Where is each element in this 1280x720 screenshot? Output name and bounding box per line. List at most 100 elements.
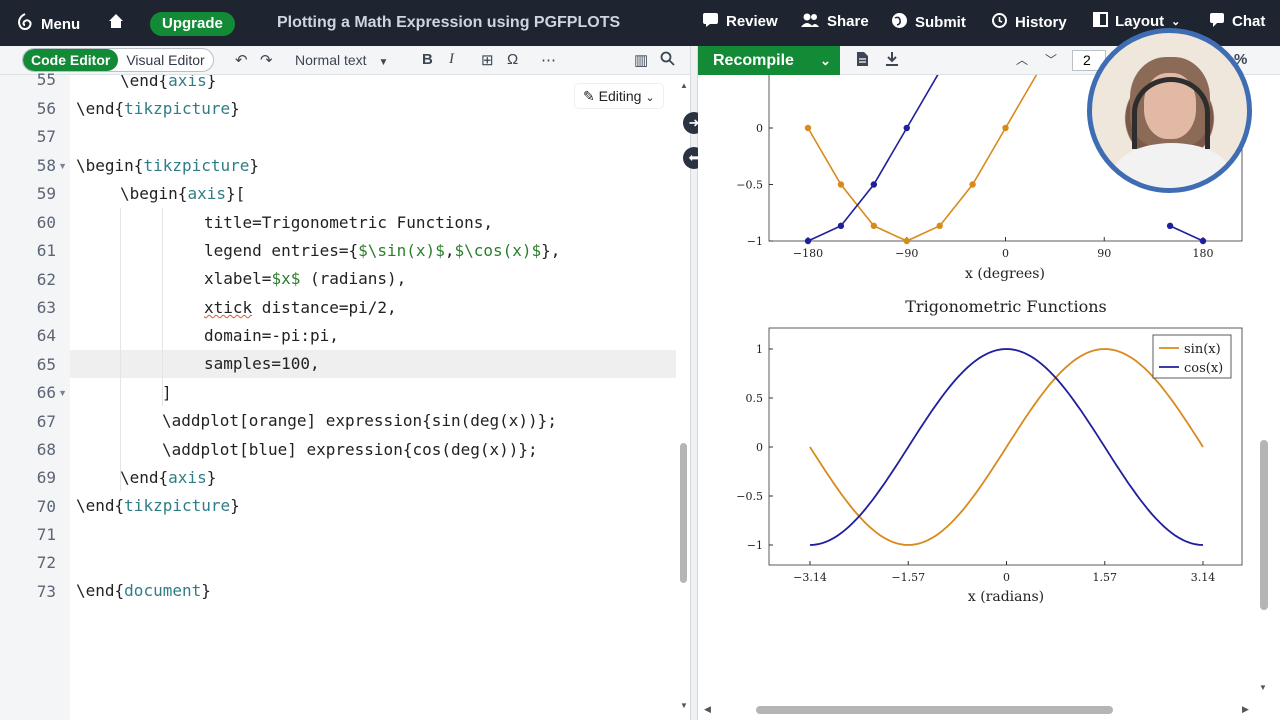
x-tick-label: −3.14	[793, 571, 827, 584]
line-number: 68	[36, 440, 56, 459]
layout-icon	[1093, 12, 1108, 31]
code-line: ]	[162, 383, 172, 402]
y-tick-label: −0.5	[736, 490, 763, 503]
recompile-button[interactable]: Recompile ⌄	[698, 46, 840, 75]
submit-button[interactable]: Submit	[891, 12, 966, 33]
editor-scroll-thumb[interactable]	[680, 443, 687, 583]
x-axis-label: x (degrees)	[965, 266, 1045, 282]
scroll-up-arrow-icon[interactable]: ▲	[680, 81, 688, 90]
share-users-icon	[800, 12, 820, 31]
data-point	[969, 181, 976, 188]
x-tick-label: 3.14	[1191, 571, 1216, 584]
data-point	[1166, 222, 1174, 230]
bibliography-icon[interactable]: ▥	[634, 51, 648, 69]
italic-icon[interactable]: I	[449, 51, 454, 68]
home-button[interactable]	[107, 12, 125, 34]
code-line: title=Trigonometric Functions,	[204, 213, 493, 232]
chevron-down-icon[interactable]: ⌄	[820, 46, 831, 75]
document-log-icon[interactable]	[856, 51, 869, 71]
chat-icon	[1209, 12, 1225, 31]
y-tick-label: 0.5	[746, 392, 764, 405]
undo-icon[interactable]: ↶	[235, 51, 248, 69]
redo-icon[interactable]: ↷	[260, 51, 273, 69]
preview-horizontal-scrollbar[interactable]: ◀ ▶	[698, 700, 1260, 720]
y-tick-label: −1	[747, 539, 763, 552]
data-point	[804, 237, 812, 245]
data-point	[903, 124, 910, 132]
submit-label: Submit	[915, 14, 966, 31]
symbol-omega-icon[interactable]: Ω	[507, 51, 518, 68]
search-icon[interactable]	[660, 51, 675, 70]
editing-mode-dropdown[interactable]: ✎ Editing ⌄	[575, 84, 663, 108]
fold-arrow-icon[interactable]: ▼	[58, 161, 67, 171]
layout-label: Layout	[1115, 13, 1165, 30]
previous-page-icon[interactable]: ︿	[1016, 51, 1028, 68]
overleaf-logo-icon	[16, 12, 34, 36]
history-button[interactable]: History	[991, 12, 1067, 33]
line-number: 55	[36, 70, 56, 89]
data-point	[903, 237, 910, 245]
indent-guide	[162, 208, 163, 406]
bold-icon[interactable]: B	[422, 51, 433, 68]
menu-button[interactable]: Menu	[16, 12, 80, 36]
preview-scroll-thumb[interactable]	[1260, 440, 1268, 610]
line-number: 62	[36, 270, 56, 289]
y-tick-label: 1	[756, 343, 763, 356]
chevron-down-icon: ⌄	[645, 92, 655, 104]
top-navigation-bar: Menu Upgrade Plotting a Math Expression …	[0, 0, 1280, 46]
x-axis-label: x (radians)	[968, 589, 1044, 605]
y-tick-label: 0	[756, 441, 763, 454]
code-line: \addplot[blue] expression{cos(deg(x))};	[162, 440, 538, 459]
line-number-gutter: 55 56 57 58 ▼ 59 60 61 62 63 64 65 66 ▼ …	[0, 70, 70, 720]
line-number: 59	[36, 184, 56, 203]
data-point	[870, 222, 878, 230]
code-line: \end{tikzpicture}	[76, 99, 240, 118]
review-label: Review	[726, 13, 778, 30]
line-number: 58	[36, 156, 56, 175]
menu-label: Menu	[41, 15, 81, 33]
chat-label: Chat	[1232, 13, 1266, 30]
y-tick-label: 0	[756, 122, 763, 135]
x-tick-label: −90	[895, 247, 918, 260]
home-icon	[107, 12, 125, 34]
code-editor-toggle[interactable]: Code Editor	[23, 49, 119, 71]
share-label: Share	[827, 13, 869, 30]
upgrade-button[interactable]: Upgrade	[150, 12, 235, 36]
download-icon[interactable]	[885, 51, 899, 71]
line-number: 69	[36, 468, 56, 487]
text-style-dropdown[interactable]: Normal text ▼	[295, 52, 388, 68]
y-tick-label: −1	[747, 235, 763, 248]
preview-hscroll-thumb[interactable]	[756, 706, 1113, 714]
fold-arrow-icon[interactable]: ▼	[58, 388, 67, 398]
more-options-icon[interactable]: ⋯	[541, 51, 556, 69]
series-line	[809, 348, 1204, 546]
x-tick-label: −180	[793, 247, 823, 260]
scroll-right-arrow-icon[interactable]: ▶	[1242, 704, 1249, 715]
code-line: xlabel=$x$ (radians),	[204, 269, 407, 288]
line-number: 70	[36, 497, 56, 516]
chart-title: Trigonometric Functions	[905, 297, 1107, 316]
project-title[interactable]: Plotting a Math Expression using PGFPLOT…	[277, 14, 620, 32]
data-point	[804, 124, 812, 132]
visual-editor-toggle[interactable]: Visual Editor	[118, 49, 212, 71]
data-point	[837, 222, 845, 230]
line-number: 56	[36, 99, 56, 118]
globe-icon	[891, 12, 908, 33]
pencil-icon: ✎	[583, 88, 595, 104]
code-line: \addplot[orange] expression{sin(deg(x))}…	[162, 411, 557, 430]
data-point	[1002, 124, 1009, 132]
preview-scrollbar[interactable]: ▼	[1258, 75, 1270, 695]
table-icon[interactable]: ⊞	[481, 51, 494, 69]
line-number: 65	[36, 355, 56, 374]
share-button[interactable]: Share	[800, 12, 869, 31]
x-tick-label: 0	[1002, 247, 1009, 260]
scroll-down-arrow-icon[interactable]: ▼	[1259, 683, 1267, 692]
review-button[interactable]: Review	[702, 12, 778, 31]
next-page-icon[interactable]: ﹀	[1045, 51, 1057, 68]
code-line: \begin{tikzpicture}	[76, 156, 260, 175]
editor-scrollbar[interactable]: ▲ ▼	[678, 75, 690, 720]
chat-button[interactable]: Chat	[1209, 12, 1265, 31]
scroll-left-arrow-icon[interactable]: ◀	[704, 704, 711, 715]
scroll-down-arrow-icon[interactable]: ▼	[680, 701, 688, 710]
code-editor[interactable]: \end{axis} \end{tikzpicture} \begin{tikz…	[70, 75, 676, 720]
